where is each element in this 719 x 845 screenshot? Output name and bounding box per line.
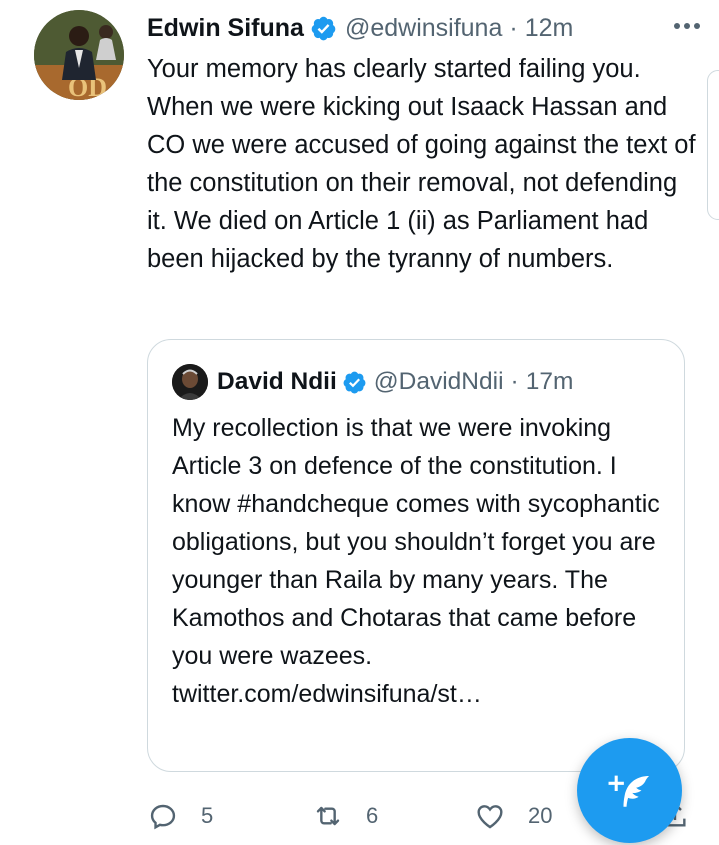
- reply-icon: [150, 804, 176, 830]
- more-dots-icon[interactable]: [669, 8, 705, 44]
- retweet-icon: [316, 806, 340, 826]
- separator-dot: ·: [509, 13, 518, 42]
- heart-icon: [477, 805, 503, 829]
- author-name[interactable]: Edwin Sifuna: [147, 14, 304, 43]
- verified-badge-icon: [343, 371, 366, 393]
- quoted-avatar: [172, 364, 208, 400]
- retweet-count: 6: [366, 803, 379, 828]
- quoted-tweet-card[interactable]: David Ndii @DavidNdii · 17m My recollect…: [147, 339, 685, 772]
- compose-tweet-icon: [608, 775, 649, 807]
- author-handle[interactable]: @edwinsifuna: [345, 14, 502, 43]
- avatar-photo: OD: [34, 10, 124, 100]
- tweet-time[interactable]: 12m: [525, 14, 574, 43]
- verified-badge-icon: [311, 16, 336, 40]
- quoted-tweet-header: David Ndii @DavidNdii · 17m: [217, 364, 573, 400]
- quoted-tweet-text: My recollection is that we were invoking…: [172, 414, 660, 708]
- quoted-author-handle: @DavidNdii: [373, 368, 504, 395]
- reply-button[interactable]: 5: [147, 796, 213, 836]
- like-count: 20: [528, 803, 553, 828]
- compose-tweet-button[interactable]: [577, 738, 682, 843]
- avatar[interactable]: OD: [34, 10, 124, 100]
- like-button[interactable]: 20: [474, 796, 552, 836]
- quoted-author-name: David Ndii: [217, 368, 337, 395]
- reply-count: 5: [201, 803, 214, 828]
- tweet-text: Your memory has clearly started failing …: [147, 55, 696, 273]
- tweet-header: Edwin Sifuna @edwinsifuna · 12m: [147, 11, 719, 45]
- quoted-tweet-time: 17m: [525, 368, 574, 395]
- retweet-button[interactable]: 6: [312, 796, 378, 836]
- side-panel-edge: [707, 70, 719, 220]
- separator-dot: ·: [510, 368, 519, 395]
